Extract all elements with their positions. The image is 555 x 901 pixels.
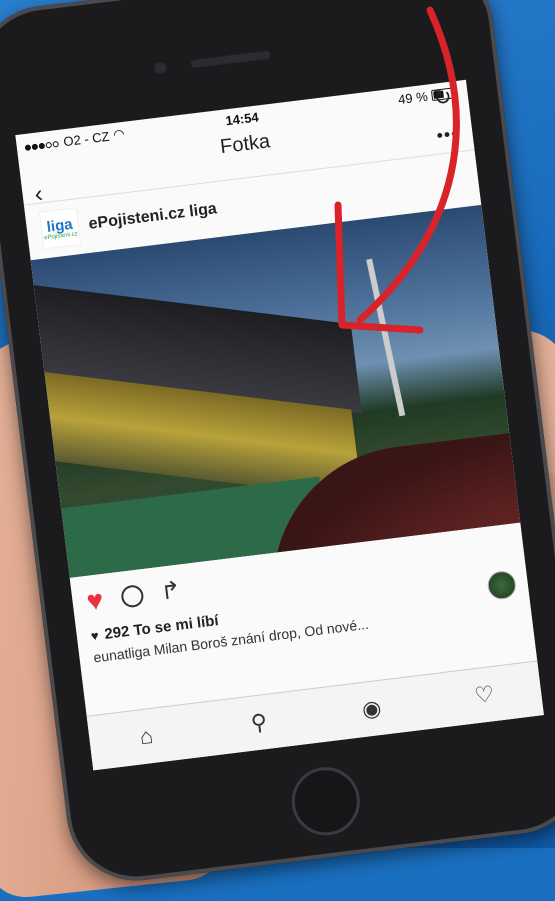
camera-icon[interactable]: ◉	[349, 687, 394, 732]
phone-screen: O2 - CZ ◠ 14:54 49 % ↻ Fotka ‹ ••• liga …	[15, 79, 544, 771]
floodlight-tower	[366, 258, 406, 417]
small-heart-icon: ♥	[90, 627, 100, 644]
avatar[interactable]: liga ePojisteni.cz	[38, 207, 82, 250]
share-icon[interactable]: ↱	[159, 576, 182, 605]
post-username[interactable]: ePojisteni.cz liga	[88, 200, 218, 234]
ellipsis-icon[interactable]: •••	[435, 123, 459, 147]
home-icon[interactable]: ⌂	[124, 714, 169, 759]
search-icon[interactable]: ⚲	[237, 701, 282, 746]
phone: O2 - CZ ◠ 14:54 49 % ↻ Fotka ‹ ••• liga …	[0, 0, 555, 889]
comment-icon[interactable]	[119, 584, 145, 609]
heart-outline-icon[interactable]: ♡	[462, 673, 507, 718]
profile-mini-avatar[interactable]	[486, 569, 518, 601]
post-photo[interactable]	[30, 204, 521, 578]
heart-icon[interactable]: ♥	[85, 584, 105, 617]
battery-percent: 49 %	[397, 88, 429, 108]
